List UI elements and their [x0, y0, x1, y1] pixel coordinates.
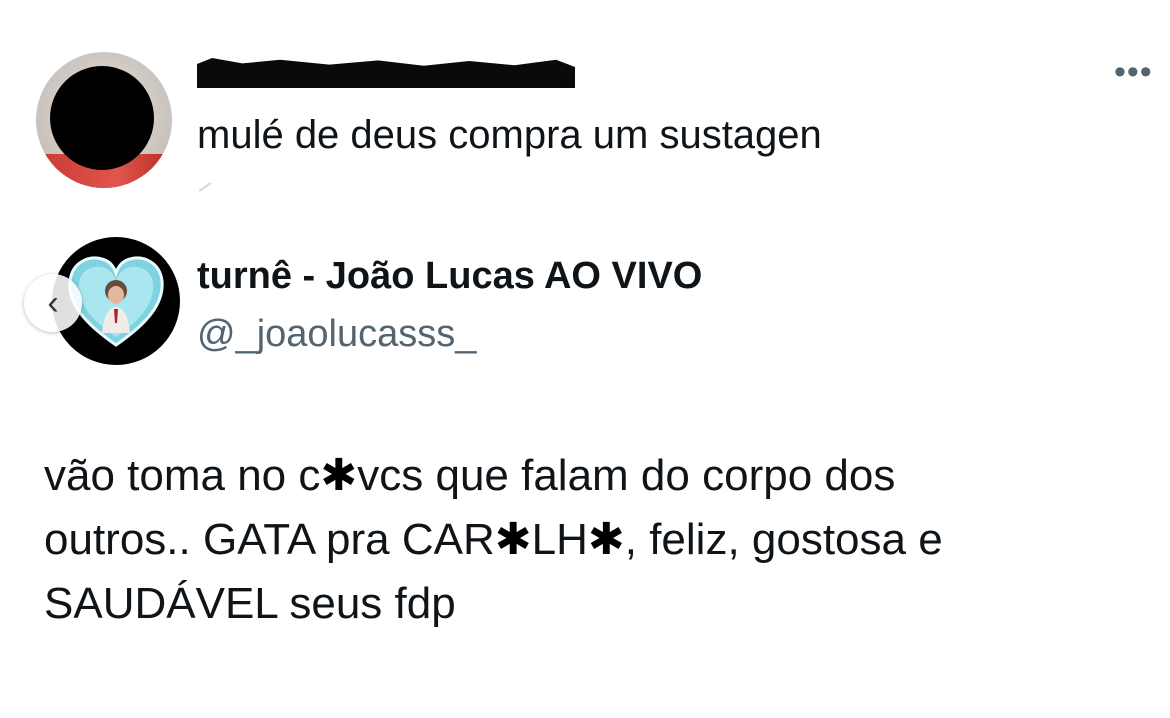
- reply-text: mulé de deus compra um sustagen: [197, 113, 822, 157]
- censor-asterisk-icon: ✱: [494, 515, 532, 564]
- text-segment: vcs que falam do corpo dos: [357, 451, 896, 500]
- reply-avatar[interactable]: [36, 52, 172, 188]
- tweet-body-line-2: outros.. GATA pra CAR✱LH✱, feliz, gostos…: [44, 508, 1144, 572]
- thread-connector: [198, 182, 212, 192]
- tweet-display-name[interactable]: turnê - João Lucas AO VIVO: [197, 253, 702, 299]
- tweet-handle[interactable]: @_joaolucasss_: [197, 311, 476, 357]
- text-segment: LH: [531, 515, 588, 564]
- tweet-body-line-3: SAUDÁVEL seus fdp: [44, 579, 456, 628]
- text-segment: vão toma no c: [44, 451, 321, 500]
- text-segment: outros.. GATA pra CAR: [44, 515, 495, 564]
- tweet-body-line-1: vão toma no c✱vcs que falam do corpo dos: [44, 444, 1144, 508]
- reply-author-name-redacted: [197, 58, 575, 88]
- text-segment: , feliz, gostosa e: [624, 515, 943, 564]
- censor-asterisk-icon: ✱: [320, 451, 358, 500]
- chevron-left-icon[interactable]: ‹: [24, 274, 82, 332]
- avatar-redaction: [50, 66, 154, 170]
- more-dots-icon[interactable]: •••: [1114, 55, 1153, 89]
- tweet-body: vão toma no c✱vcs que falam do corpo dos…: [44, 444, 1144, 636]
- censor-asterisk-icon: ✱: [587, 515, 625, 564]
